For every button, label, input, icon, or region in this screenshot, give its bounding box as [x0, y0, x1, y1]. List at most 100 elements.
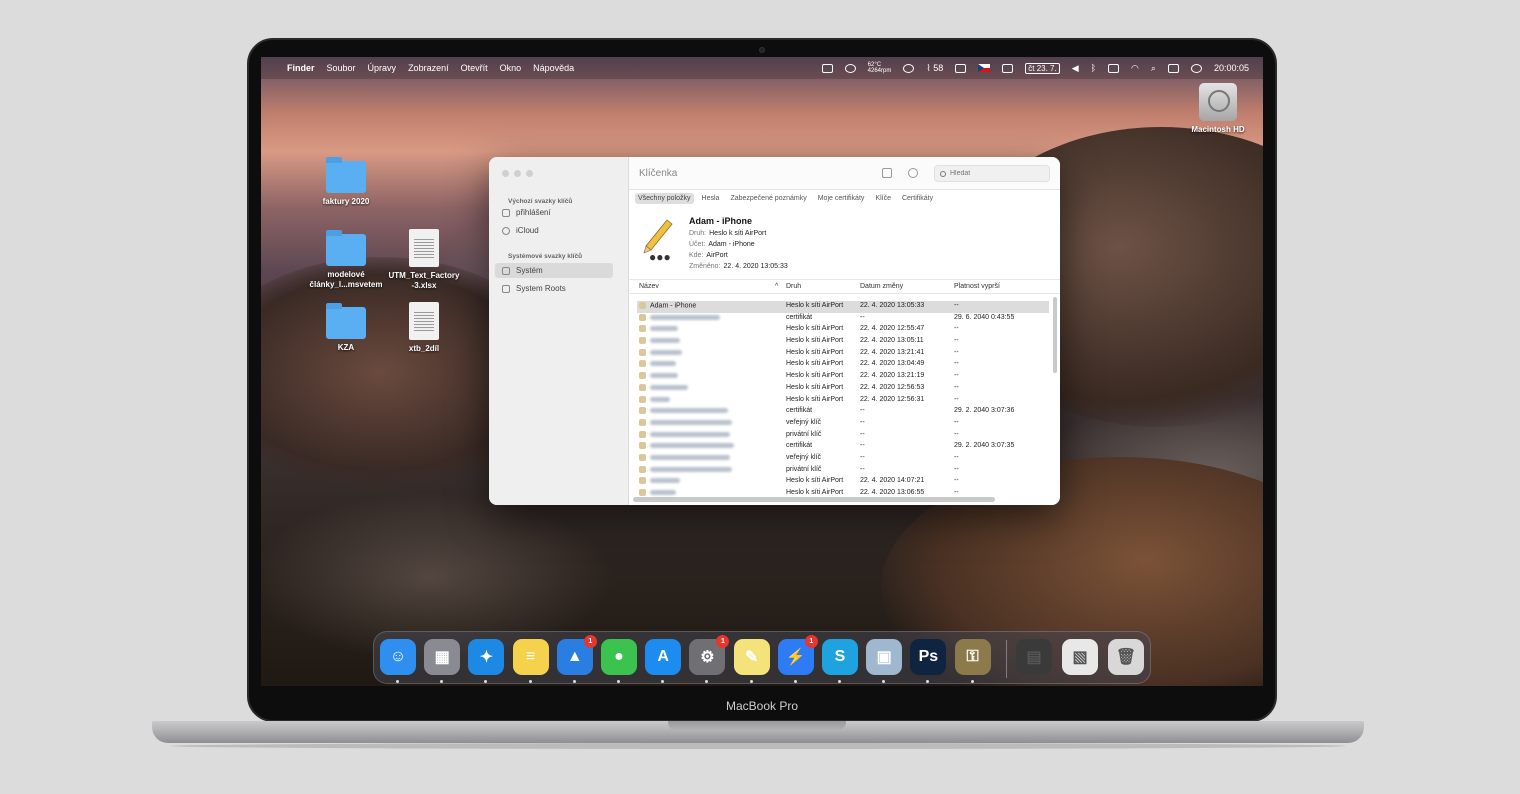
system-preferences-app-icon[interactable]: ⚙ 1 — [689, 635, 730, 675]
desktop-icon-kza[interactable]: KZA — [301, 303, 391, 353]
table-row[interactable]: Heslo k síti AirPort 22. 4. 2020 12:56:31… — [637, 395, 1049, 407]
menu-okno[interactable]: Okno — [500, 63, 522, 73]
menu-napoveda[interactable]: Nápověda — [533, 63, 574, 73]
messages-app-icon[interactable]: ● — [601, 639, 637, 675]
table-row[interactable]: Heslo k síti AirPort 22. 4. 2020 12:56:53… — [637, 383, 1049, 395]
tab-all-items[interactable]: Všechny položky — [635, 193, 694, 204]
sort-chevron-up-icon[interactable]: ^ — [775, 283, 778, 290]
desktop-icon-label: KZA — [337, 343, 355, 352]
desktop-icon-macintosh-hd[interactable]: Macintosh HD — [1173, 83, 1263, 135]
screenshot-stack-icon[interactable]: ▧ — [1062, 639, 1098, 675]
volume-icon[interactable]: ◀ — [1072, 63, 1079, 74]
sidebar-item-label: iCloud — [516, 226, 539, 235]
tab-my-certificates[interactable]: Moje certifikáty — [815, 193, 868, 204]
downloads-stack-icon[interactable]: ▤ — [1016, 639, 1052, 675]
tab-passwords[interactable]: Hesla — [699, 193, 723, 204]
search-field[interactable] — [934, 165, 1050, 182]
sensor-readout[interactable]: 62°C 4264rpm — [868, 62, 892, 74]
table-row[interactable]: Heslo k síti AirPort 22. 4. 2020 12:55:47… — [637, 324, 1049, 336]
table-row[interactable]: veřejný klíč -- -- — [637, 418, 1049, 430]
cell-name — [639, 360, 676, 368]
column-header-kind[interactable]: Druh — [786, 283, 801, 290]
table-row[interactable]: Heslo k síti AirPort 22. 4. 2020 13:21:41… — [637, 348, 1049, 360]
menu-otevrit[interactable]: Otevřít — [461, 63, 488, 73]
desktop-icon-xtb[interactable]: xtb_2díl — [379, 302, 469, 354]
spark-app-icon[interactable]: ▲ 1 — [556, 635, 597, 675]
control-center-icon[interactable] — [1167, 63, 1179, 73]
menu-soubor[interactable]: Soubor — [327, 63, 356, 73]
finder-app-icon[interactable]: ☺ — [380, 639, 416, 675]
table-row[interactable]: veřejný klíč -- -- — [637, 453, 1049, 465]
cell-date: 22. 4. 2020 13:06:55 — [860, 489, 925, 496]
desktop-icon-utm-xlsx[interactable]: UTM_Text_Factory -3.xlsx — [379, 229, 469, 291]
vertical-scrollbar[interactable] — [1053, 297, 1057, 373]
detail-value: 22. 4. 2020 13:05:33 — [723, 263, 788, 270]
tab-secure-notes[interactable]: Zabezpečené poznámky — [727, 193, 809, 204]
desktop-icon-modelove-clanky[interactable]: modelové články_l...msvetem — [301, 230, 391, 290]
preview-app-icon[interactable]: ▣ — [866, 639, 903, 675]
column-header-date[interactable]: Datum změny — [860, 283, 903, 290]
sidebar-item-system[interactable]: Systém — [495, 263, 613, 278]
layout-icon[interactable] — [955, 63, 967, 73]
cell-expires: -- — [954, 418, 959, 426]
safari-app-icon[interactable]: ✦ — [468, 639, 505, 675]
wifi-icon[interactable]: ◠ — [1131, 63, 1139, 74]
table-row[interactable]: Heslo k síti AirPort 22. 4. 2020 13:05:11… — [637, 336, 1049, 348]
table-row[interactable]: Heslo k síti AirPort 22. 4. 2020 13:21:19… — [637, 371, 1049, 383]
table-row[interactable]: Heslo k síti AirPort 22. 4. 2020 13:04:49… — [637, 359, 1049, 371]
minimize-button[interactable] — [514, 170, 521, 177]
sidebar-item-login[interactable]: přihlášení — [495, 205, 613, 220]
keychain-access-app-icon[interactable]: ⚿ — [954, 639, 991, 675]
date-widget[interactable]: čt 23. 7. — [1025, 62, 1060, 74]
desktop-icon-faktury[interactable]: faktury 2020 — [301, 157, 391, 207]
sidebar-item-icloud[interactable]: iCloud — [495, 223, 613, 238]
eye-icon[interactable] — [844, 63, 856, 73]
battery-icon[interactable] — [1108, 63, 1120, 73]
info-icon[interactable] — [908, 168, 918, 178]
menu-zobrazeni[interactable]: Zobrazení — [408, 63, 449, 73]
table-row[interactable]: privátní klíč -- -- — [637, 465, 1049, 477]
lock-icon — [502, 208, 510, 217]
search-input[interactable] — [950, 170, 1040, 177]
stickies-app-icon[interactable]: ✎ — [733, 639, 770, 675]
table-row[interactable]: certifikát -- 29. 6. 2040 0:43:55 — [637, 313, 1049, 325]
notes-app-icon[interactable]: ≡ — [512, 639, 549, 675]
cell-date: -- — [860, 465, 865, 473]
new-item-icon[interactable] — [882, 168, 892, 178]
menu-app-name[interactable]: Finder — [287, 63, 315, 73]
menu-clock[interactable]: 20:00:05 — [1214, 63, 1249, 73]
table-row[interactable]: certifikát -- 29. 2. 2040 3:07:36 — [637, 406, 1049, 418]
column-header-name[interactable]: Název — [639, 283, 659, 290]
table-row[interactable]: certifikát -- 29. 2. 2040 3:07:35 — [637, 441, 1049, 453]
zoom-button[interactable] — [526, 170, 533, 177]
clock-icon[interactable] — [903, 63, 915, 73]
running-indicator — [440, 680, 444, 683]
keychain-main: Klíčenka Všechny položky Hesla Zabezpeče… — [629, 157, 1060, 505]
display-icon[interactable] — [1002, 63, 1014, 73]
launchpad-app-icon[interactable]: ▦ — [424, 639, 461, 675]
table-row[interactable]: privátní klíč -- -- — [637, 430, 1049, 442]
tab-keys[interactable]: Klíče — [872, 193, 894, 204]
cell-expires: -- — [954, 453, 959, 461]
cell-kind: Heslo k síti AirPort — [786, 372, 844, 380]
bluetooth-icon[interactable]: ᛒ — [1091, 63, 1096, 73]
close-button[interactable] — [502, 170, 509, 177]
column-header-expires[interactable]: Platnost vyprší — [954, 283, 1000, 290]
trash-icon[interactable]: 🗑 — [1108, 639, 1144, 675]
menu-upravy[interactable]: Úpravy — [368, 63, 397, 73]
table-row[interactable]: Heslo k síti AirPort 22. 4. 2020 14:07:21… — [637, 476, 1049, 488]
skype-app-icon[interactable]: S — [822, 639, 858, 675]
input-source-flag-icon[interactable] — [978, 64, 991, 72]
running-indicator — [970, 680, 974, 683]
siri-icon[interactable] — [1190, 63, 1202, 73]
photoshop-app-icon[interactable]: Ps — [910, 639, 947, 675]
stocks-widget[interactable]: ⌇ 58 — [926, 63, 943, 74]
tab-certificates[interactable]: Certifikáty — [899, 193, 936, 204]
app-store-app-icon[interactable]: A — [645, 639, 682, 675]
messenger-app-icon[interactable]: ⚡ 1 — [777, 635, 818, 675]
table-row[interactable]: Adam - iPhone Heslo k síti AirPort 22. 4. … — [637, 301, 1049, 313]
checklist-icon[interactable] — [821, 63, 833, 73]
spotlight-icon[interactable]: ⌕ — [1151, 63, 1156, 74]
sidebar-item-system-roots[interactable]: System Roots — [495, 281, 613, 296]
horizontal-scrollbar[interactable] — [633, 497, 995, 502]
